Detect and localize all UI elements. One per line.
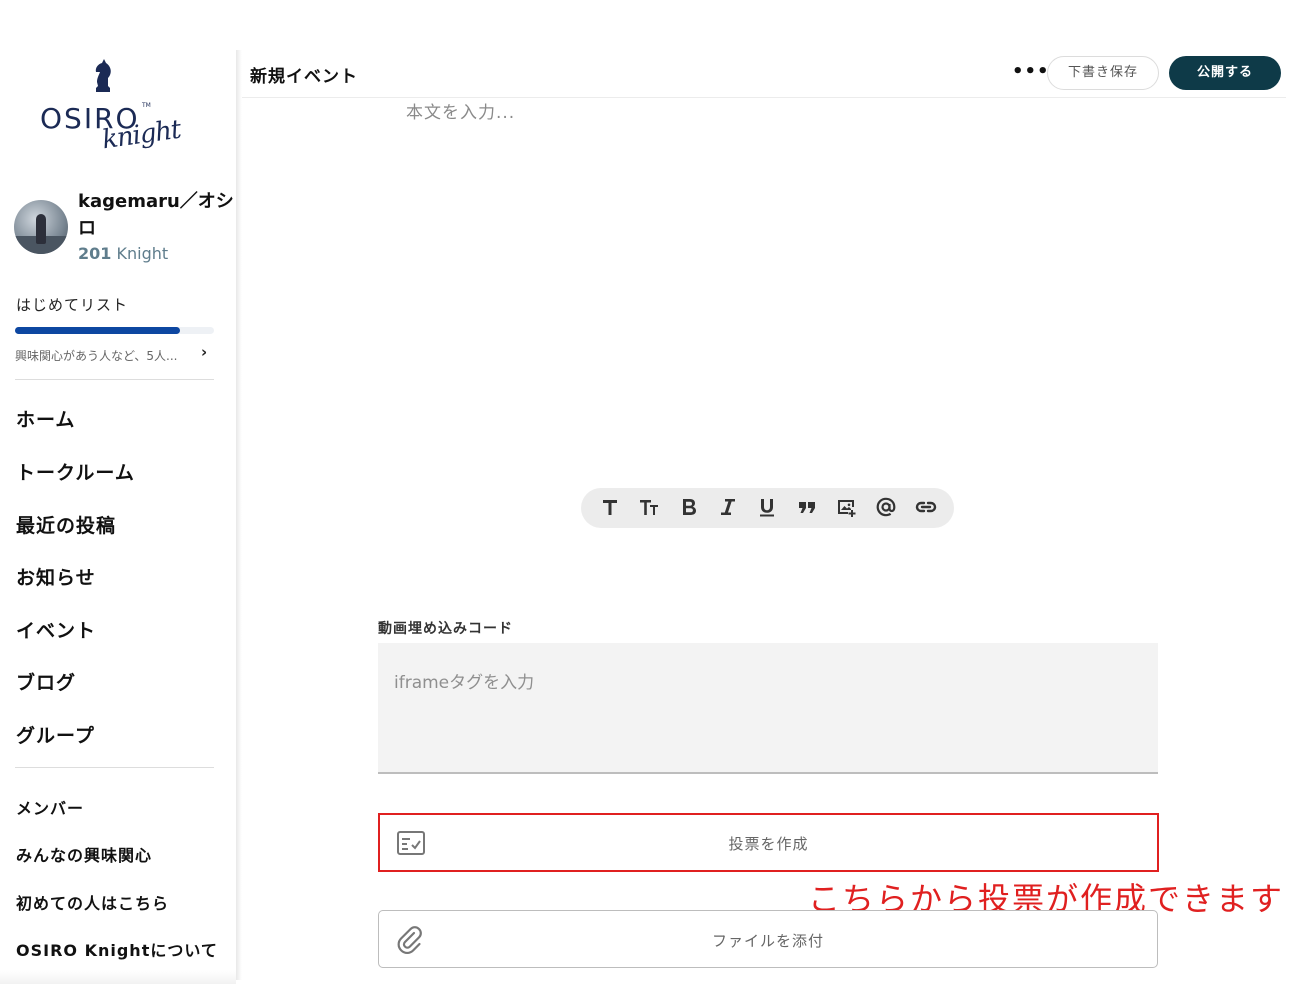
save-draft-button[interactable]: 下書き保存 bbox=[1047, 56, 1159, 90]
brand-trademark: TM bbox=[142, 102, 151, 109]
bold-icon[interactable] bbox=[677, 496, 701, 520]
nav-item-about[interactable]: OSIRO Knightについて bbox=[16, 937, 231, 961]
checklist-progress-bar bbox=[15, 327, 214, 334]
profile-points: 201 Knight bbox=[78, 244, 168, 263]
nav-item-home[interactable]: ホーム bbox=[16, 405, 216, 432]
more-options-icon[interactable]: ••• bbox=[1012, 58, 1049, 86]
editor-header: 新規イベント ••• 下書き保存 公開する bbox=[242, 50, 1286, 98]
quote-icon[interactable] bbox=[795, 496, 819, 520]
publish-button[interactable]: 公開する bbox=[1169, 56, 1281, 90]
nav-item-notifications[interactable]: お知らせ bbox=[16, 563, 216, 590]
avatar-figure bbox=[36, 214, 46, 244]
chevron-right-icon[interactable]: › bbox=[201, 343, 207, 361]
brand-logo[interactable]: OSIRO TM knight bbox=[40, 58, 190, 163]
underline-icon[interactable] bbox=[755, 496, 779, 520]
sidebar-edge bbox=[236, 50, 242, 980]
checklist-hint[interactable]: 興味関心があう人など、5人... bbox=[15, 347, 177, 364]
sidebar: OSIRO TM knight kagemaru／オシロ 201 Knight … bbox=[0, 50, 236, 984]
avatar[interactable] bbox=[14, 200, 68, 254]
nav-item-blog[interactable]: ブログ bbox=[16, 668, 216, 695]
insert-image-icon[interactable] bbox=[835, 496, 859, 520]
embed-code-label: 動画埋め込みコード bbox=[378, 621, 513, 637]
attach-file-button[interactable]: ファイルを添付 bbox=[378, 910, 1158, 968]
nav-item-first-timers[interactable]: 初めての人はこちら bbox=[16, 890, 226, 914]
nav-item-interests[interactable]: みんなの興味関心 bbox=[16, 842, 226, 866]
mention-icon[interactable] bbox=[874, 496, 898, 520]
checklist-title[interactable]: はじめてリスト bbox=[16, 294, 128, 315]
sidebar-bottom-fade bbox=[0, 970, 236, 984]
nav-item-groups[interactable]: グループ bbox=[16, 721, 216, 748]
nav-item-talkroom[interactable]: トークルーム bbox=[16, 458, 216, 485]
sidebar-divider bbox=[15, 767, 214, 768]
text-icon[interactable] bbox=[598, 496, 622, 520]
italic-icon[interactable] bbox=[716, 496, 740, 520]
nav-item-recent-posts[interactable]: 最近の投稿 bbox=[16, 511, 216, 538]
embed-code-placeholder: iframeタグを入力 bbox=[394, 673, 535, 693]
checklist-progress-fill bbox=[15, 327, 181, 334]
create-poll-button[interactable]: 投票を作成 bbox=[378, 813, 1159, 872]
profile-card[interactable]: kagemaru／オシロ 201 Knight bbox=[14, 188, 236, 268]
formatting-toolbar bbox=[581, 488, 954, 528]
body-input-placeholder[interactable]: 本文を入力... bbox=[406, 98, 515, 123]
create-poll-label: 投票を作成 bbox=[728, 835, 809, 853]
knight-logo-icon bbox=[95, 59, 111, 92]
page-title: 新規イベント bbox=[250, 67, 358, 87]
nav-item-events[interactable]: イベント bbox=[16, 616, 216, 643]
nav-item-members[interactable]: メンバー bbox=[16, 795, 226, 819]
profile-name[interactable]: kagemaru／オシロ bbox=[78, 188, 238, 242]
link-icon[interactable] bbox=[914, 496, 938, 520]
embed-code-field[interactable]: iframeタグを入力 bbox=[378, 643, 1158, 774]
text-size-icon[interactable] bbox=[637, 496, 661, 520]
profile-points-value: 201 bbox=[78, 244, 112, 263]
attach-file-label: ファイルを添付 bbox=[711, 932, 824, 950]
profile-points-unit: Knight bbox=[116, 244, 169, 263]
sidebar-divider bbox=[15, 379, 214, 380]
